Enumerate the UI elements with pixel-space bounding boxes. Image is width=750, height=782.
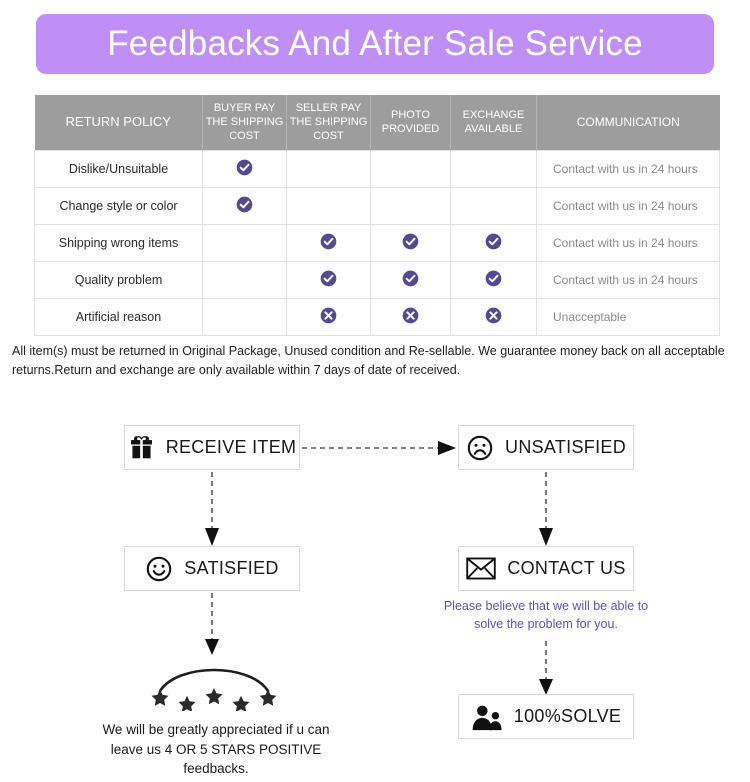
cell-seller-pay	[286, 297, 371, 336]
cell-communication: Contact with us in 24 hours	[536, 223, 720, 262]
connector-satisfied-to-stars	[205, 593, 219, 655]
flow-node-label: RECEIVE ITEM	[165, 437, 297, 457]
table-row: Quality problem Contact with us in 24 hou…	[34, 260, 720, 299]
flow-node-solve[interactable]: 100%SOLVE	[458, 694, 634, 739]
header-text: COMMUNICATION	[576, 114, 680, 129]
cell-seller-pay	[286, 223, 371, 262]
cell-return-policy: Quality problem	[34, 260, 203, 299]
cell-buyer-pay	[202, 260, 287, 299]
table-row: Dislike/Unsuitable Contact with us in 24 …	[34, 149, 720, 188]
cell-buyer-pay	[202, 223, 287, 262]
flow-node-label: CONTACT US	[507, 558, 626, 578]
cell-exchange-available	[450, 260, 537, 299]
cell-seller-pay	[286, 149, 371, 188]
cell-exchange-available	[450, 297, 537, 336]
sad-face-icon	[466, 434, 494, 462]
header-text-line1: PHOTO	[391, 109, 430, 122]
cell-photo-provided	[370, 260, 451, 299]
flow-node-unsatisfied[interactable]: UNSATISFIED	[458, 425, 634, 470]
header-text-line3: COST	[229, 130, 260, 143]
cell-communication: Contact with us in 24 hours	[536, 149, 720, 188]
return-policy-table: RETURN POLICY BUYER PAY THE SHIPPING COS…	[34, 95, 720, 336]
header-text-line2: THE SHIPPING	[205, 116, 284, 129]
check-icon	[236, 159, 253, 176]
flow-node-label: UNSATISFIED	[505, 437, 626, 457]
check-icon	[402, 270, 419, 287]
header-text-line3: COST	[313, 130, 344, 143]
cell-seller-pay	[286, 186, 371, 225]
check-icon	[402, 233, 419, 250]
header-text: RETURN POLICY	[65, 113, 171, 129]
cell-communication: Contact with us in 24 hours	[536, 260, 720, 299]
after-sale-flowchart: RECEIVE ITEM UNSATISFIED SATISFIED CONTA…	[0, 400, 750, 782]
column-header-return-policy: RETURN POLICY	[34, 95, 203, 150]
table-row: Shipping wrong items Contact with us in 2…	[34, 223, 720, 262]
people-icon	[471, 703, 503, 731]
column-header-buyer-pay: BUYER PAY THE SHIPPING COST	[202, 95, 287, 150]
cell-return-policy: Shipping wrong items	[34, 223, 203, 262]
cell-photo-provided	[370, 223, 451, 262]
cross-icon	[485, 307, 502, 324]
flow-node-label: 100%SOLVE	[513, 706, 622, 726]
flow-node-satisfied[interactable]: SATISFIED	[124, 546, 300, 591]
page-banner: Feedbacks And After Sale Service	[36, 14, 714, 74]
page-title: Feedbacks And After Sale Service	[107, 24, 643, 63]
check-icon	[485, 233, 502, 250]
envelope-icon	[466, 557, 497, 580]
table-row: Artificial reason Unacceptable	[34, 297, 720, 336]
cell-communication: Contact with us in 24 hours	[536, 186, 720, 225]
header-text-line1: BUYER PAY	[213, 102, 276, 115]
flow-node-contact-us[interactable]: CONTACT US	[458, 546, 634, 591]
flow-node-receive-item[interactable]: RECEIVE ITEM	[124, 425, 300, 470]
header-text-line1: EXCHANGE	[462, 109, 525, 122]
column-header-seller-pay: SELLER PAY THE SHIPPING COST	[286, 95, 371, 150]
cell-communication: Unacceptable	[536, 297, 720, 336]
cell-photo-provided	[370, 149, 451, 188]
cell-exchange-available	[450, 149, 537, 188]
cell-return-policy: Dislike/Unsuitable	[34, 149, 203, 188]
check-icon	[320, 270, 337, 287]
cell-return-policy: Change style or color	[34, 186, 203, 225]
cell-exchange-available	[450, 186, 537, 225]
header-text-line2: AVAILABLE	[464, 123, 523, 136]
check-icon	[320, 233, 337, 250]
contact-reassurance-note: Please believe that we will be able to s…	[443, 599, 649, 632]
table-body: Dislike/Unsuitable Contact with us in 24 …	[34, 149, 720, 336]
return-policy-note: All item(s) must be returned in Original…	[12, 344, 725, 378]
column-header-exchange-available: EXCHANGE AVAILABLE	[450, 95, 537, 150]
connector-receive-to-satisfied	[205, 472, 219, 546]
header-text-line2: PROVIDED	[381, 123, 440, 136]
check-icon	[236, 196, 253, 213]
cell-buyer-pay	[202, 149, 287, 188]
header-text-line1: SELLER PAY	[295, 102, 362, 115]
star-icon	[151, 688, 277, 713]
cross-icon	[320, 307, 337, 324]
feedback-service-infographic: Feedbacks And After Sale Service RETURN …	[0, 0, 750, 782]
connector-receive-to-unsatisfied	[302, 441, 456, 455]
column-header-photo-provided: PHOTO PROVIDED	[370, 95, 451, 150]
cell-seller-pay	[286, 260, 371, 299]
cell-buyer-pay	[202, 297, 287, 336]
happy-face-icon	[145, 555, 173, 583]
cell-buyer-pay	[202, 186, 287, 225]
column-header-communication: COMMUNICATION	[536, 95, 720, 150]
cross-icon	[402, 307, 419, 324]
gift-icon	[128, 434, 155, 461]
cell-exchange-available	[450, 223, 537, 262]
check-icon	[485, 270, 502, 287]
connector-unsatisfied-to-contact	[539, 472, 553, 546]
flow-node-label: SATISFIED	[184, 558, 279, 578]
connector-contact-to-solve	[539, 641, 553, 695]
table-header-row: RETURN POLICY BUYER PAY THE SHIPPING COS…	[34, 95, 720, 150]
feedback-request-note: We will be greatly appreciated if u can …	[102, 722, 330, 777]
header-text-line2: THE SHIPPING	[289, 116, 368, 129]
cell-return-policy: Artificial reason	[34, 297, 203, 336]
cell-photo-provided	[370, 186, 451, 225]
rating-stars-group	[148, 655, 280, 713]
cell-photo-provided	[370, 297, 451, 336]
table-row: Change style or color Contact with us in …	[34, 186, 720, 225]
